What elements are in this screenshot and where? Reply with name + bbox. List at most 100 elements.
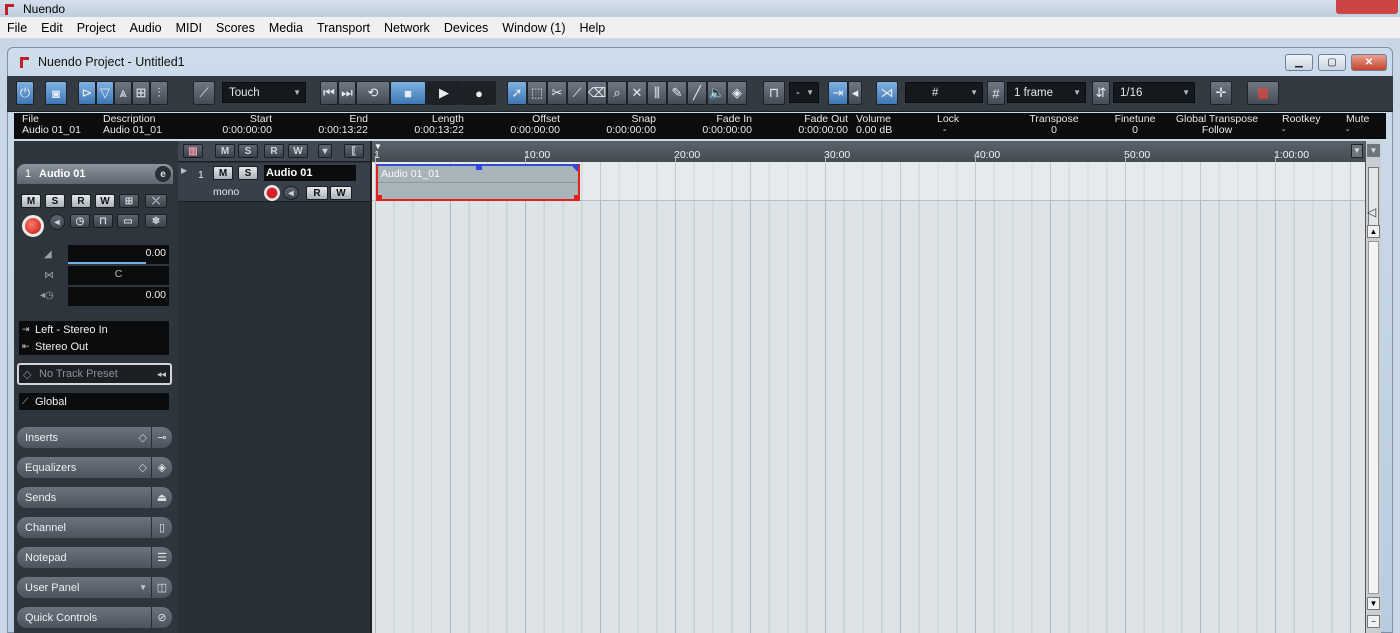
menu-media[interactable]: Media xyxy=(262,21,310,35)
show-overview-button[interactable]: ⩓ xyxy=(114,81,132,105)
track-row[interactable]: ▶ 1 M S Audio 01 mono ◂ R W xyxy=(178,163,370,202)
menu-window[interactable]: Window (1) xyxy=(495,21,572,35)
event-display[interactable]: Audio 01_01 xyxy=(370,162,1365,633)
suspend-autoscroll-button[interactable]: ◂ xyxy=(848,81,862,105)
menu-network[interactable]: Network xyxy=(377,21,437,35)
zoom-presets-button[interactable]: ▼ xyxy=(1367,144,1380,157)
scroll-track[interactable] xyxy=(1368,241,1379,594)
info-lock[interactable]: Lock - xyxy=(937,114,959,136)
volume-handle[interactable] xyxy=(476,164,482,170)
cycle-button[interactable]: ⟲ xyxy=(356,81,390,105)
lock-button[interactable]: ⊓ xyxy=(93,214,113,228)
menu-edit[interactable]: Edit xyxy=(34,21,70,35)
color-palette-button[interactable]: ▦ xyxy=(1247,81,1279,105)
info-mute[interactable]: Mute - xyxy=(1346,114,1369,136)
input-routing-select[interactable]: ⇥ Left - Stereo In xyxy=(19,321,169,338)
sends-bypass-button[interactable]: ⏏ xyxy=(151,487,172,508)
section-user-panel[interactable]: User Panel ▼ xyxy=(17,577,151,598)
inspector-lanes-button[interactable]: ⊞ xyxy=(119,194,139,208)
info-snap[interactable]: Snap 0:00:00:00 xyxy=(604,114,656,136)
lanes-display-button[interactable]: ▭ xyxy=(117,214,139,228)
global-mute-button[interactable]: M xyxy=(215,144,235,158)
track-list-options-button[interactable]: ▾ xyxy=(318,144,332,158)
global-solo-button[interactable]: S xyxy=(238,144,258,158)
info-offset[interactable]: Offset 0:00:00:00 xyxy=(508,114,560,136)
info-description[interactable]: Description Audio 01_01 xyxy=(103,114,162,136)
snap-to-zero-crossing-button[interactable]: ⋊ xyxy=(876,81,898,105)
menu-devices[interactable]: Devices xyxy=(437,21,495,35)
inspector-mute-button[interactable]: M xyxy=(21,194,41,208)
goto-start-button[interactable]: ⏮ xyxy=(320,81,338,105)
fade-out-handle[interactable] xyxy=(572,166,578,172)
info-file[interactable]: File Audio 01_01 xyxy=(22,114,81,136)
track-record-enable-button[interactable] xyxy=(264,185,280,201)
track-name-field[interactable]: Audio 01 xyxy=(264,165,356,181)
user-panel-button[interactable]: ◫ xyxy=(151,577,172,598)
play-tool[interactable]: 🔈 xyxy=(707,81,727,105)
track-monitor-button[interactable]: ◂ xyxy=(283,186,299,200)
glue-tool[interactable]: ⟋ xyxy=(567,81,587,105)
toolbar-options-button[interactable]: ✛ xyxy=(1210,81,1232,105)
menu-file[interactable]: File xyxy=(0,21,34,35)
show-inspector-button[interactable]: ⊳ xyxy=(78,81,96,105)
section-inserts[interactable]: Inserts ◇ xyxy=(17,427,151,448)
track-list-expand-button[interactable]: ⟦ xyxy=(344,144,364,158)
inspector-solo-button[interactable]: S xyxy=(45,194,65,208)
range-selection-tool[interactable]: ⬚ xyxy=(527,81,547,105)
info-fade-in[interactable]: Fade In 0:00:00:00 xyxy=(700,114,752,136)
open-pool-button[interactable]: ⊞ xyxy=(132,81,150,105)
grid-type-select[interactable]: # ▼ xyxy=(905,82,983,103)
quantize-button[interactable]: ⇵ xyxy=(1092,81,1110,105)
menu-scores[interactable]: Scores xyxy=(209,21,262,35)
inspector-bypass-button[interactable]: ⤫ xyxy=(145,194,167,208)
track-solo-button[interactable]: S xyxy=(238,166,258,180)
info-fade-out[interactable]: Fade Out 0:00:00:00 xyxy=(796,114,848,136)
zoom-tool[interactable]: ⌕ xyxy=(607,81,627,105)
timeline-ruler[interactable]: ▼ 1 10:00 20:00 30:00 40:00 50:00 1:00:0… xyxy=(370,141,1365,162)
inspector-read-button[interactable]: R xyxy=(71,194,91,208)
section-equalizers[interactable]: Equalizers ◇ xyxy=(17,457,151,478)
monitor-button[interactable]: ◂ xyxy=(49,214,65,230)
menu-help[interactable]: Help xyxy=(573,21,613,35)
quantize-value-select[interactable]: 1/16 ▼ xyxy=(1113,82,1195,103)
audio-event[interactable]: Audio 01_01 xyxy=(376,164,580,201)
window-close-button[interactable] xyxy=(1336,0,1398,14)
menu-transport[interactable]: Transport xyxy=(310,21,377,35)
info-rootkey[interactable]: Rootkey - xyxy=(1282,114,1321,136)
quick-controls-bypass-button[interactable]: ⊘ xyxy=(151,607,172,628)
snap-value-select[interactable]: - ▼ xyxy=(789,82,819,103)
freeze-button[interactable]: ❄ xyxy=(145,214,167,228)
track-write-button[interactable]: W xyxy=(330,186,352,200)
open-mixer-button[interactable]: ⫶ xyxy=(150,81,168,105)
inspector-track-header[interactable]: 1 Audio 01 e xyxy=(17,164,173,184)
info-start[interactable]: Start 0:00:00:00 xyxy=(220,114,272,136)
section-notepad[interactable]: Notepad xyxy=(17,547,151,568)
delay-control[interactable]: 0.00 xyxy=(68,287,169,306)
goto-end-button[interactable]: ⏭ xyxy=(338,81,356,105)
info-length[interactable]: Length 0:00:13:22 xyxy=(412,114,464,136)
split-tool[interactable]: ✂ xyxy=(547,81,567,105)
info-finetune[interactable]: Finetune 0 xyxy=(1109,114,1161,136)
quantize-grid-select[interactable]: 1 frame ▼ xyxy=(1007,82,1086,103)
track-preset-field[interactable]: ◇ No Track Preset ◂◂ xyxy=(17,363,172,385)
track-colors-button[interactable]: ▥ xyxy=(183,144,203,158)
timebase-button[interactable]: ◷ xyxy=(70,214,90,228)
mute-tool[interactable]: ✕ xyxy=(627,81,647,105)
section-sends[interactable]: Sends xyxy=(17,487,151,508)
automation-mode-button[interactable]: ⟋ xyxy=(193,81,215,105)
track-lane[interactable]: Audio 01_01 xyxy=(372,162,1365,201)
pan-control[interactable]: C xyxy=(68,266,169,285)
resize-handle[interactable] xyxy=(574,195,580,201)
volume-fader[interactable]: 0.00 xyxy=(68,245,169,264)
section-quick-controls[interactable]: Quick Controls xyxy=(17,607,151,628)
inserts-bypass-button[interactable]: ⊸ xyxy=(151,427,172,448)
inspector-write-button[interactable]: W xyxy=(95,194,115,208)
play-button[interactable]: ▶ xyxy=(426,81,462,105)
menu-audio[interactable]: Audio xyxy=(123,21,169,35)
stop-button[interactable]: ■ xyxy=(390,81,426,105)
info-volume[interactable]: Volume 0.00 dB xyxy=(856,114,892,136)
zoom-out-button[interactable]: − xyxy=(1367,615,1380,628)
time-warp-tool[interactable]: ⫼ xyxy=(647,81,667,105)
track-mute-button[interactable]: M xyxy=(213,166,233,180)
activate-project-button[interactable]: ⏻ xyxy=(16,81,34,105)
